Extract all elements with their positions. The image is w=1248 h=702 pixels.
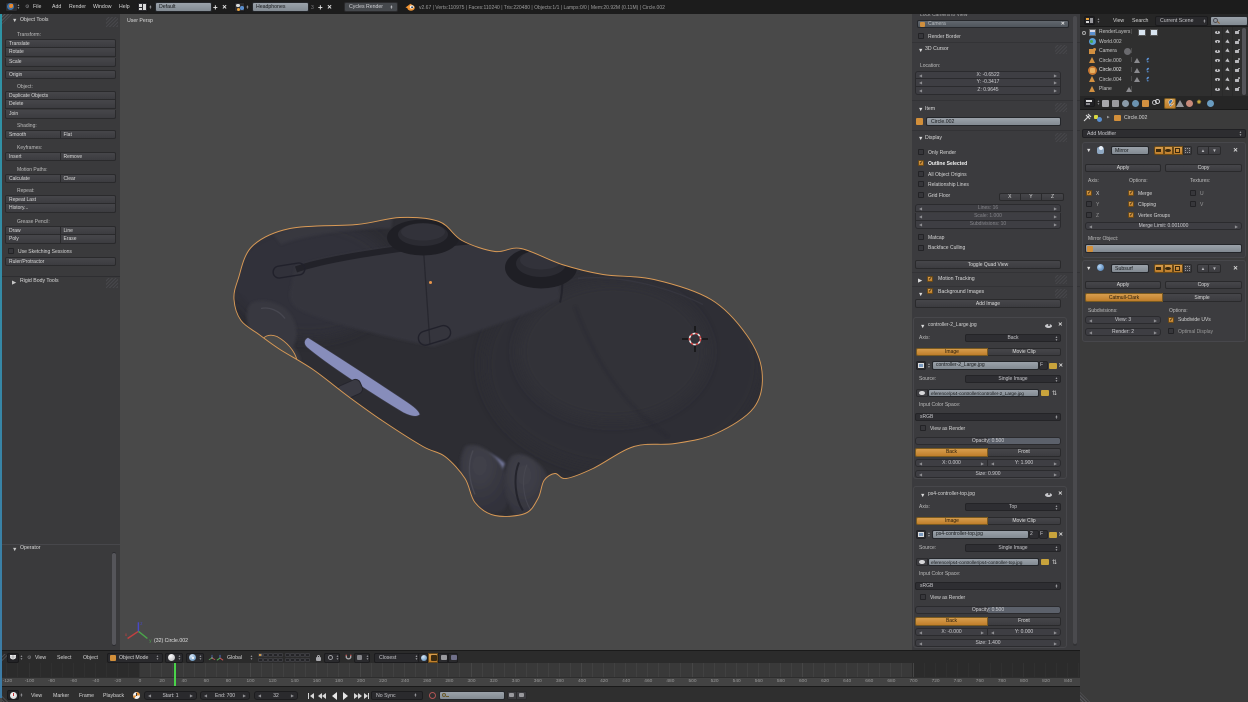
svg-text:z: z	[140, 621, 143, 626]
svg-text:y: y	[149, 638, 152, 643]
svg-text:x: x	[125, 632, 128, 637]
